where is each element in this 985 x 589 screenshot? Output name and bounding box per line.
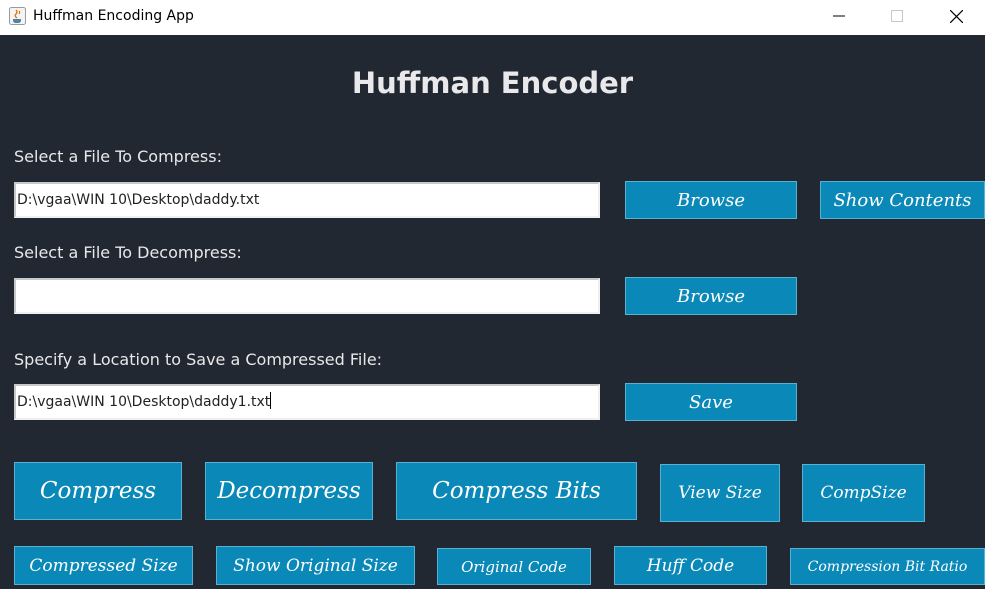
compsize-button[interactable]: CompSize	[802, 464, 925, 522]
show-original-size-button[interactable]: Show Original Size	[216, 546, 415, 585]
window-titlebar: Huffman Encoding App	[0, 0, 985, 35]
decompress-file-input[interactable]	[14, 278, 600, 314]
compress-file-label: Select a File To Compress:	[14, 147, 222, 166]
compress-button[interactable]: Compress	[14, 462, 182, 520]
save-path-text: D:\vgaa\WIN 10\Desktop\daddy1.txt	[17, 394, 271, 410]
minimize-icon	[833, 15, 845, 17]
compress-bits-button[interactable]: Compress Bits	[396, 462, 637, 520]
decompress-file-label: Select a File To Decompress:	[14, 243, 242, 262]
java-app-icon	[9, 7, 26, 25]
view-size-button[interactable]: View Size	[660, 464, 780, 522]
app-heading: Huffman Encoder	[351, 66, 634, 100]
decompress-button[interactable]: Decompress	[205, 462, 373, 520]
save-button[interactable]: Save	[625, 383, 797, 421]
huff-code-button[interactable]: Huff Code	[614, 546, 767, 585]
decompress-browse-button[interactable]: Browse	[625, 277, 797, 315]
compress-browse-button[interactable]: Browse	[625, 181, 797, 219]
minimize-button[interactable]	[810, 0, 868, 32]
maximize-icon	[891, 10, 903, 22]
close-button[interactable]	[927, 0, 985, 32]
compressed-size-button[interactable]: Compressed Size	[14, 546, 193, 585]
window-title: Huffman Encoding App	[33, 8, 194, 24]
maximize-button[interactable]	[868, 0, 926, 32]
close-icon	[949, 9, 963, 23]
original-code-button[interactable]: Original Code	[437, 548, 591, 585]
compress-file-input[interactable]: D:\vgaa\WIN 10\Desktop\daddy.txt	[14, 182, 600, 218]
compression-bit-ratio-button[interactable]: Compression Bit Ratio	[790, 548, 985, 585]
save-location-input[interactable]: D:\vgaa\WIN 10\Desktop\daddy1.txt	[14, 384, 600, 420]
text-caret	[270, 392, 272, 409]
show-contents-button[interactable]: Show Contents	[820, 181, 985, 219]
save-location-label: Specify a Location to Save a Compressed …	[14, 350, 383, 369]
